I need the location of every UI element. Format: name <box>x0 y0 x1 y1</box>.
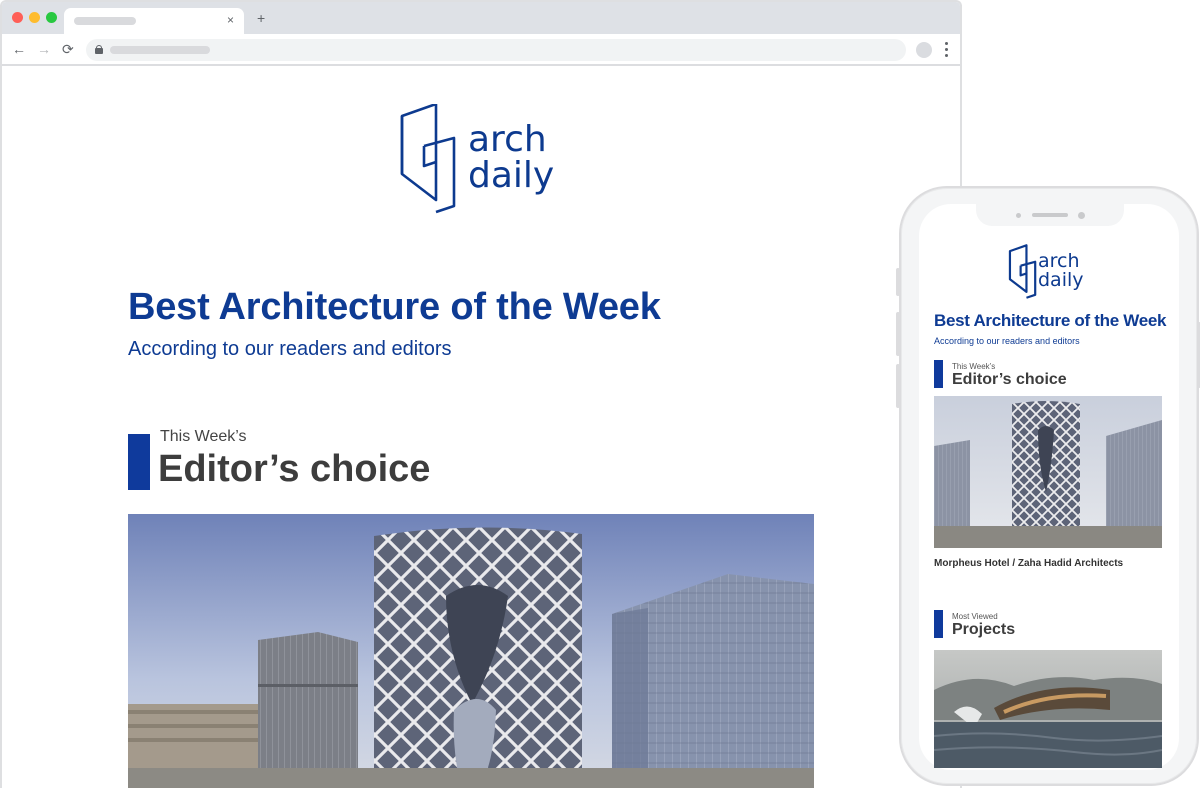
editors-choice-image[interactable] <box>128 514 814 788</box>
mobile-projects-kicker: Most Viewed <box>952 612 998 621</box>
phone-volume-up-button <box>896 312 900 356</box>
mobile-projects-accent-bar <box>934 610 943 638</box>
mobile-archdaily-logo[interactable]: arch daily <box>1008 244 1108 304</box>
phone-sensor-icon <box>1016 213 1021 218</box>
address-bar[interactable] <box>86 39 906 61</box>
maximize-window-icon[interactable] <box>46 12 57 23</box>
reload-icon[interactable]: ⟳ <box>62 40 74 58</box>
page-title: Best Architecture of the Week <box>128 286 661 328</box>
mobile-editors-title: Editor’s choice <box>952 371 1067 388</box>
url-placeholder <box>110 46 210 54</box>
mobile-projects-image[interactable] <box>934 650 1162 768</box>
close-window-icon[interactable] <box>12 12 23 23</box>
minimize-window-icon[interactable] <box>29 12 40 23</box>
mobile-logo-mark-icon <box>1008 244 1037 299</box>
more-menu-icon[interactable] <box>945 42 948 58</box>
logo-word-arch: arch <box>468 119 547 160</box>
mobile-editors-accent-bar <box>934 360 943 388</box>
tab-title-placeholder <box>74 17 136 25</box>
section-accent-bar <box>128 434 150 490</box>
forward-arrow-icon[interactable]: → <box>37 40 51 58</box>
phone-speaker <box>1032 213 1068 217</box>
new-tab-icon[interactable]: + <box>257 10 265 26</box>
mobile-editors-choice-image[interactable] <box>934 396 1162 548</box>
page-subtitle: According to our readers and editors <box>128 338 452 360</box>
mobile-projects-title: Projects <box>952 621 1016 638</box>
morpheus-hotel-photo <box>128 514 814 788</box>
archdaily-logo-mark-icon <box>400 102 456 214</box>
section-title: Editor’s choice <box>158 448 431 490</box>
browser-titlebar: × + <box>2 2 960 34</box>
mobile-editors-caption[interactable]: Morpheus Hotel / Zaha Hadid Architects <box>934 558 1123 569</box>
section-kicker: This Week’s <box>160 428 247 445</box>
mobile-logo-wordmark: arch daily <box>1038 252 1084 290</box>
browser-window: × + ← → ⟳ arch daily Best Architecture o… <box>0 0 962 788</box>
mobile-morpheus-hotel-photo <box>934 396 1162 548</box>
phone-camera-icon <box>1078 212 1085 219</box>
mobile-page-title: Best Architecture of the Week <box>934 311 1167 330</box>
logo-wordmark: arch daily <box>468 122 554 194</box>
back-arrow-icon[interactable]: ← <box>12 40 26 58</box>
logo-word-daily: daily <box>468 155 555 196</box>
mobile-logo-word-daily: daily <box>1038 269 1084 291</box>
browser-toolbar: ← → ⟳ <box>2 34 960 66</box>
phone-side-button <box>896 268 900 296</box>
tab-close-icon[interactable]: × <box>227 13 234 27</box>
lock-icon <box>95 45 103 54</box>
newsletter-page: arch daily Best Architecture of the Week… <box>2 68 960 788</box>
mobile-editors-kicker: This Week’s <box>952 362 996 371</box>
browser-tab[interactable]: × <box>64 8 244 34</box>
archdaily-logo[interactable]: arch daily <box>398 102 578 214</box>
phone-volume-down-button <box>896 364 900 408</box>
phone-notch <box>976 204 1124 226</box>
profile-avatar-icon[interactable] <box>916 42 932 58</box>
mobile-project-photo <box>934 650 1162 768</box>
mobile-page-subtitle: According to our readers and editors <box>934 336 1080 346</box>
